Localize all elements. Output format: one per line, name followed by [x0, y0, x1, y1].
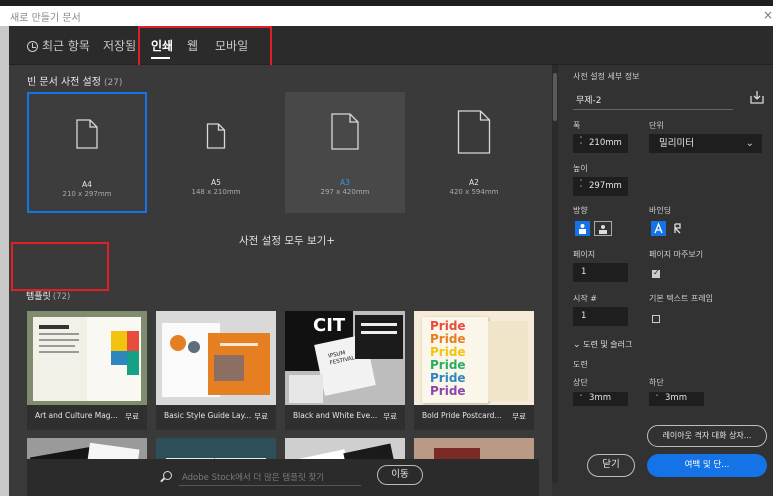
template-card-style-guide[interactable]: Basic Style Guide Lay... 무료: [156, 311, 276, 430]
pages-field[interactable]: 1: [573, 263, 628, 282]
document-icon: [457, 110, 491, 154]
template-thumbnail: CIT IPSUM FESTIVAL: [285, 311, 405, 405]
margins-columns-button[interactable]: 여백 및 단...: [647, 454, 767, 477]
top-label: 상단: [573, 378, 588, 387]
width-field[interactable]: ˄ ˅ 210mm: [573, 134, 628, 153]
save-preset-icon[interactable]: [749, 89, 765, 105]
pages-label: 페이지: [573, 250, 596, 259]
stepper-icon[interactable]: ˄ ˅: [577, 136, 585, 149]
category-tabs: 최근 항목 저장됨 인쇄 웹 모바일: [9, 26, 773, 65]
preset-a2[interactable]: A2 420 x 594mm: [414, 92, 534, 213]
preset-a4[interactable]: A4 210 x 297mm: [27, 92, 147, 213]
bleed-slug-section-toggle[interactable]: ⌄ 도련 및 슬러그: [573, 339, 632, 350]
stock-search-input[interactable]: Adobe Stock에서 더 많은 템플릿 찾기: [182, 471, 324, 483]
portrait-icon: [579, 224, 586, 234]
template-card-art-culture[interactable]: Art and Culture Mag... 무료: [27, 311, 147, 430]
template-card-black-white-event[interactable]: CIT IPSUM FESTIVAL Black and White Eve..…: [285, 311, 405, 430]
start-page-label: 시작 #: [573, 294, 597, 303]
bleed-top-field[interactable]: ˄ 3mm: [573, 392, 628, 406]
chevron-down-icon: ⌄: [573, 340, 581, 350]
bleed-bottom-field[interactable]: ˄ 3mm: [649, 392, 704, 406]
blank-presets-title: 빈 문서 사전 설정 (27): [27, 77, 123, 88]
document-name-field[interactable]: 무제-2: [576, 93, 602, 106]
primary-text-frame-label: 기본 텍스트 프레임: [649, 294, 713, 303]
chevron-down-icon: ⌄: [745, 138, 754, 149]
details-header: 사전 설정 세부 정보: [573, 72, 640, 81]
template-thumbnail: Pride Pride Pride Pride Pride Pride: [414, 311, 534, 405]
annotation-highlight-templates: [11, 242, 109, 291]
go-button[interactable]: 이동: [377, 465, 423, 485]
start-page-field[interactable]: 1: [573, 307, 628, 326]
search-icon: [163, 471, 172, 480]
document-icon: [206, 123, 226, 149]
see-all-presets-link[interactable]: 사전 설정 모두 보기+: [239, 233, 335, 248]
close-button[interactable]: 닫기: [587, 454, 635, 477]
stepper-icon[interactable]: ˄ ˅: [577, 179, 585, 192]
background-app-edge: [0, 26, 9, 496]
binding-right-icon: [674, 223, 681, 234]
preset-a3[interactable]: A3 297 x 420mm: [285, 92, 405, 213]
new-document-dialog: 최근 항목 저장됨 인쇄 웹 모바일 빈 문서 사전 설정 (27) A4 210…: [9, 26, 773, 496]
presets-scrollbar[interactable]: [552, 65, 558, 483]
binding-left-button[interactable]: [651, 221, 666, 236]
landscape-orientation-button[interactable]: [594, 221, 612, 236]
units-select[interactable]: 밀리미터 ⌄: [649, 134, 762, 153]
stepper-icon[interactable]: ˄: [653, 394, 661, 401]
preset-details-panel: 사전 설정 세부 정보 무제-2 폭 ˄ ˅ 210mm 단위 밀리미터 ⌄ 높이 ˄…: [561, 65, 773, 496]
dialog-titlebar: 새로 만들기 문서 ×: [0, 6, 773, 26]
portrait-orientation-button[interactable]: [575, 221, 590, 236]
stock-search-bar: Adobe Stock에서 더 많은 템플릿 찾기 이동: [27, 459, 539, 496]
close-icon[interactable]: ×: [763, 8, 773, 22]
landscape-icon: [599, 225, 607, 234]
primary-text-frame-checkbox[interactable]: [652, 315, 660, 323]
bleed-label: 도련: [573, 360, 588, 369]
height-field[interactable]: ˄ ˅ 297mm: [573, 177, 628, 196]
dialog-title: 새로 만들기 문서: [10, 13, 81, 24]
layout-grid-dialog-button[interactable]: 레이아웃 격자 대화 상자...: [647, 425, 767, 447]
binding-left-icon: [654, 222, 663, 234]
template-card-bold-pride[interactable]: Pride Pride Pride Pride Pride Pride Bold…: [414, 311, 534, 430]
units-label: 단위: [649, 121, 664, 130]
annotation-highlight-tabs: [138, 26, 272, 69]
template-thumbnail: [27, 311, 147, 405]
tab-saved[interactable]: 저장됨: [103, 37, 136, 54]
document-icon: [331, 113, 359, 150]
facing-pages-label: 페이지 마주보기: [649, 250, 704, 259]
bottom-label: 하단: [649, 378, 664, 387]
height-label: 높이: [573, 164, 588, 173]
tab-recent[interactable]: 최근 항목: [27, 37, 90, 54]
binding-right-button[interactable]: [670, 221, 685, 236]
template-thumbnail: [156, 311, 276, 405]
orientation-label: 방향: [573, 206, 588, 215]
preset-a5[interactable]: A5 148 x 210mm: [156, 92, 276, 213]
document-icon: [76, 119, 98, 149]
binding-label: 바인딩: [649, 206, 672, 215]
facing-pages-checkbox[interactable]: [652, 268, 660, 278]
stepper-icon[interactable]: ˄: [577, 394, 585, 401]
clock-icon: [27, 41, 38, 52]
width-label: 폭: [573, 121, 581, 130]
